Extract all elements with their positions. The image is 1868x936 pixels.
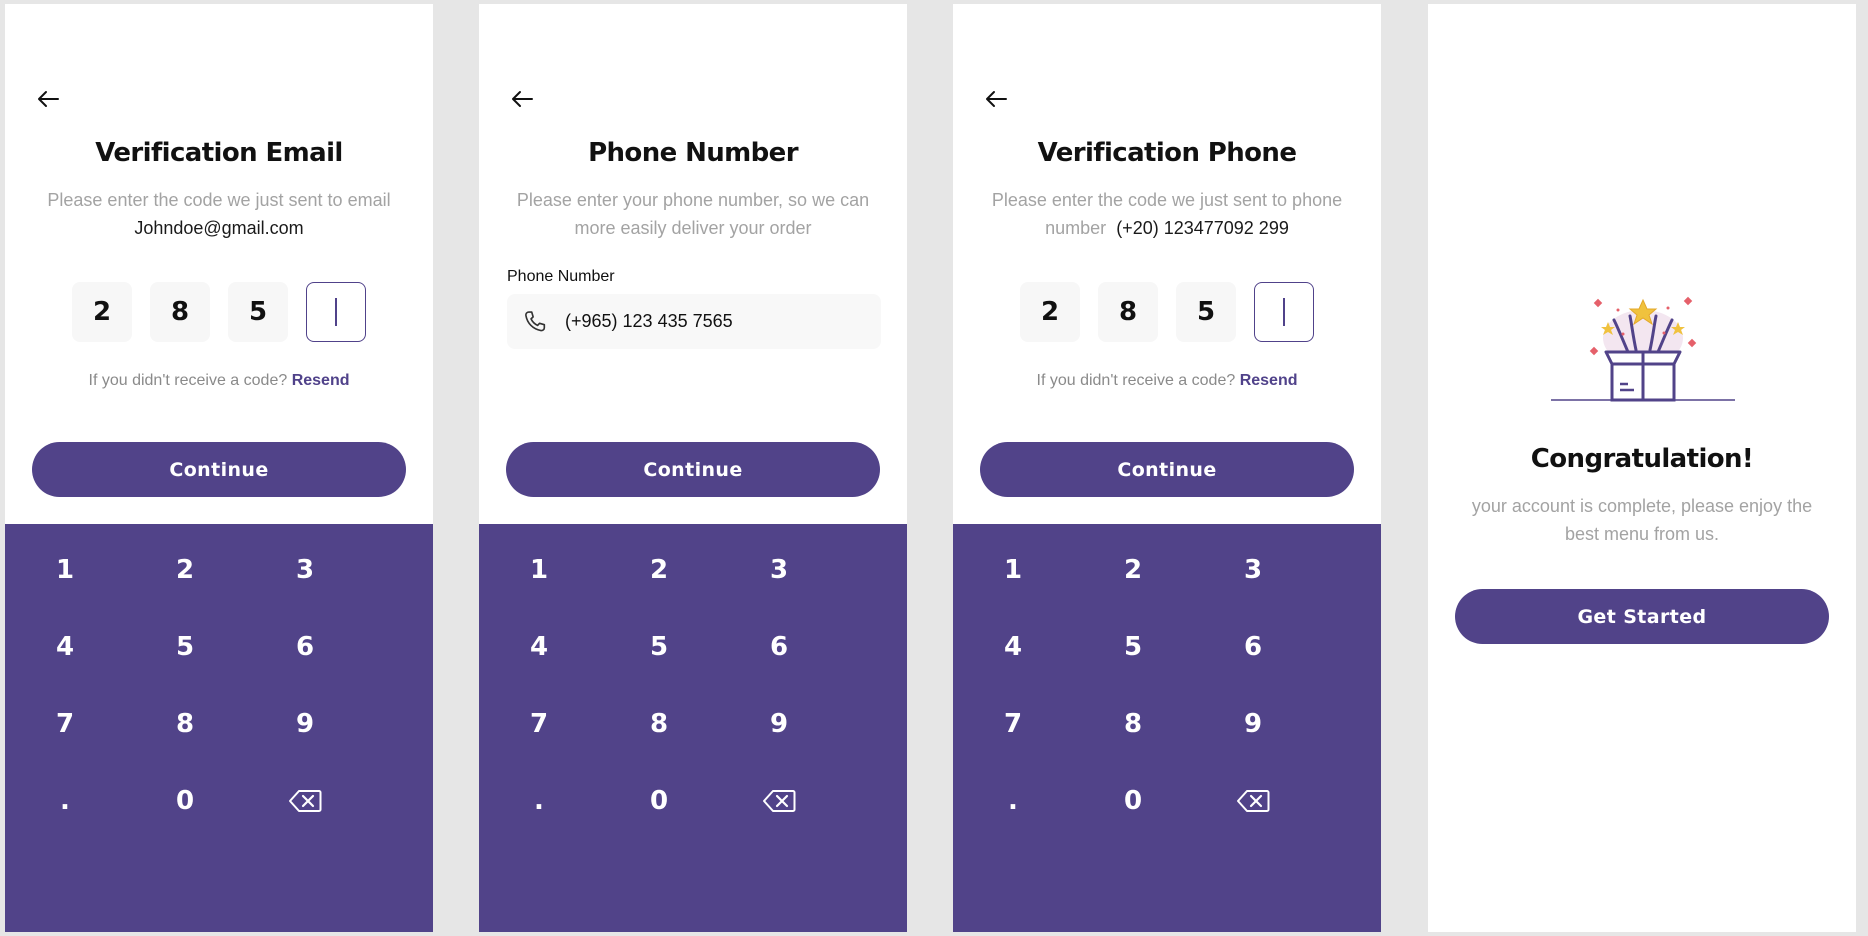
subtitle-text: Please enter the code we just sent to em… xyxy=(47,190,391,210)
keypad-key-dot[interactable]: . xyxy=(494,771,584,831)
keypad-key-dot[interactable]: . xyxy=(20,771,110,831)
page-title: Phone Number xyxy=(588,138,798,168)
get-started-button[interactable]: Get Started xyxy=(1455,589,1829,644)
keypad-key-3[interactable]: 3 xyxy=(1208,540,1298,600)
backspace-key[interactable] xyxy=(260,771,350,831)
congratulation-screen: Congratulation! your account is complete… xyxy=(1428,4,1856,932)
page-title: Verification Phone xyxy=(1037,138,1297,168)
back-arrow-icon[interactable] xyxy=(33,84,63,114)
numeric-keypad: 123 456 789. 0 xyxy=(479,524,907,932)
keypad-key-6[interactable]: 6 xyxy=(260,617,350,677)
back-arrow-icon[interactable] xyxy=(507,84,537,114)
otp-input: 2 8 5 xyxy=(5,282,433,342)
keypad-key-1[interactable]: 1 xyxy=(968,540,1058,600)
verification-phone-screen: Verification Phone Please enter the code… xyxy=(953,4,1381,932)
otp-digit-2[interactable]: 8 xyxy=(1098,282,1158,342)
resend-link[interactable]: Resend xyxy=(292,372,350,389)
resend-link[interactable]: Resend xyxy=(1240,372,1298,389)
keypad-key-7[interactable]: 7 xyxy=(968,694,1058,754)
phone-number-screen: Phone Number Please enter your phone num… xyxy=(479,4,907,932)
phone-number-field[interactable]: (+965) 123 435 7565 xyxy=(507,294,881,349)
keypad-key-9[interactable]: 9 xyxy=(734,694,824,754)
page-title: Verification Email xyxy=(95,138,343,168)
keypad-key-3[interactable]: 3 xyxy=(734,540,824,600)
page-subtitle: Please enter your phone number, so we ca… xyxy=(516,190,870,238)
phone-number-value: (+965) 123 435 7565 xyxy=(565,311,733,331)
backspace-key[interactable] xyxy=(734,771,824,831)
text-cursor xyxy=(1283,298,1285,326)
phone-icon xyxy=(525,310,546,331)
keypad-key-5[interactable]: 5 xyxy=(140,617,230,677)
keypad-key-0[interactable]: 0 xyxy=(1088,771,1178,831)
keypad-key-5[interactable]: 5 xyxy=(1088,617,1178,677)
keypad-key-2[interactable]: 2 xyxy=(614,540,704,600)
back-arrow-icon[interactable] xyxy=(981,84,1011,114)
otp-digit-3[interactable]: 5 xyxy=(1176,282,1236,342)
numeric-keypad: 123 456 789. 0 xyxy=(5,524,433,932)
keypad-key-8[interactable]: 8 xyxy=(1088,694,1178,754)
keypad-key-4[interactable]: 4 xyxy=(968,617,1058,677)
verification-email-screen: Verification Email Please enter the code… xyxy=(5,4,433,932)
resend-row: If you didn't receive a code? Resend xyxy=(5,372,433,390)
keypad-key-9[interactable]: 9 xyxy=(1208,694,1298,754)
keypad-key-8[interactable]: 8 xyxy=(614,694,704,754)
keypad-key-4[interactable]: 4 xyxy=(494,617,584,677)
keypad-key-1[interactable]: 1 xyxy=(494,540,584,600)
resend-row: If you didn't receive a code? Resend xyxy=(953,372,1381,390)
resend-prompt: If you didn't receive a code? xyxy=(88,372,288,389)
keypad-key-6[interactable]: 6 xyxy=(734,617,824,677)
keypad-key-0[interactable]: 0 xyxy=(614,771,704,831)
keypad-key-8[interactable]: 8 xyxy=(140,694,230,754)
keypad-key-7[interactable]: 7 xyxy=(494,694,584,754)
keypad-key-1[interactable]: 1 xyxy=(20,540,110,600)
email-address: Johndoe@gmail.com xyxy=(134,218,304,238)
phone-field-label: Phone Number xyxy=(507,268,615,285)
page-subtitle: Please enter the code we just sent to ph… xyxy=(983,186,1351,242)
keypad-key-3[interactable]: 3 xyxy=(260,540,350,600)
otp-digit-4[interactable] xyxy=(1254,282,1314,342)
otp-digit-1[interactable]: 2 xyxy=(72,282,132,342)
continue-button[interactable]: Continue xyxy=(506,442,880,497)
numeric-keypad: 123 456 789. 0 xyxy=(953,524,1381,932)
backspace-key[interactable] xyxy=(1208,771,1298,831)
keypad-key-9[interactable]: 9 xyxy=(260,694,350,754)
otp-digit-2[interactable]: 8 xyxy=(150,282,210,342)
otp-digit-4[interactable] xyxy=(306,282,366,342)
otp-digit-1[interactable]: 2 xyxy=(1020,282,1080,342)
keypad-key-dot[interactable]: . xyxy=(968,771,1058,831)
keypad-key-2[interactable]: 2 xyxy=(1088,540,1178,600)
keypad-key-5[interactable]: 5 xyxy=(614,617,704,677)
continue-button[interactable]: Continue xyxy=(980,442,1354,497)
otp-digit-3[interactable]: 5 xyxy=(228,282,288,342)
backspace-icon xyxy=(289,790,322,812)
text-cursor xyxy=(335,298,337,326)
congratulation-subtitle: your account is complete, please enjoy t… xyxy=(1471,496,1813,544)
page-subtitle: Please enter the code we just sent to em… xyxy=(35,186,403,242)
otp-input: 2 8 5 xyxy=(953,282,1381,342)
backspace-icon xyxy=(763,790,796,812)
phone-number-text: (+20) 123477092 299 xyxy=(1116,218,1289,238)
keypad-key-0[interactable]: 0 xyxy=(140,771,230,831)
keypad-key-6[interactable]: 6 xyxy=(1208,617,1298,677)
gift-box-celebration-icon xyxy=(1551,296,1735,402)
keypad-key-4[interactable]: 4 xyxy=(20,617,110,677)
keypad-key-2[interactable]: 2 xyxy=(140,540,230,600)
continue-button[interactable]: Continue xyxy=(32,442,406,497)
backspace-icon xyxy=(1237,790,1270,812)
resend-prompt: If you didn't receive a code? xyxy=(1036,372,1236,389)
keypad-key-7[interactable]: 7 xyxy=(20,694,110,754)
congratulation-title: Congratulation! xyxy=(1530,444,1754,474)
